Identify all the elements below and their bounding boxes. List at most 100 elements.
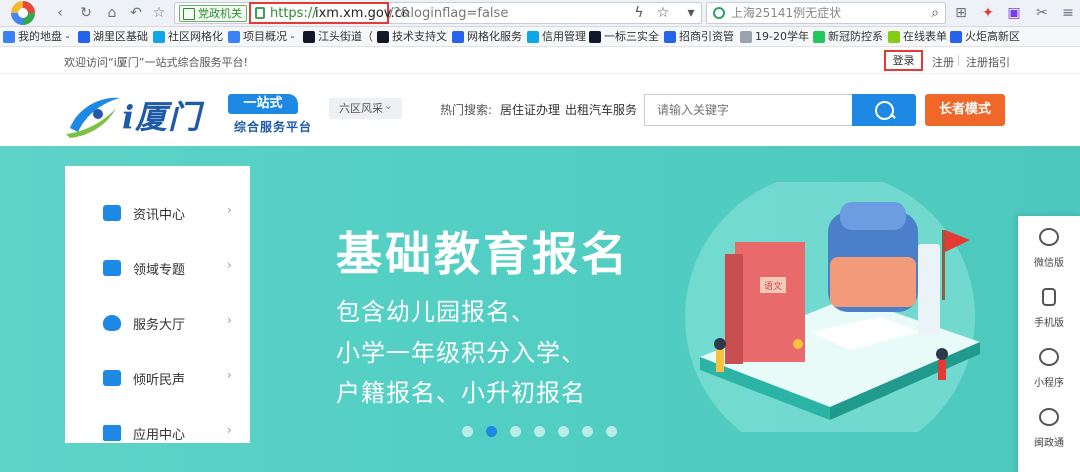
gov-tag: 党政机关 <box>179 5 247 22</box>
carousel-dot[interactable] <box>462 426 473 437</box>
brand-badge: 一站式 <box>228 94 298 114</box>
browser-search-text: 上海25141例无症状 <box>731 6 842 20</box>
site-search-button[interactable] <box>852 94 916 126</box>
bookmark-item[interactable]: 在线表单 <box>888 29 947 45</box>
float-item-label: 闽政通 <box>1034 438 1064 449</box>
hero-description-line: 包含幼儿园报名、 <box>336 298 536 326</box>
mobile-version-link[interactable]: 手机版 <box>1018 276 1080 334</box>
register-guide-link[interactable]: 注册指引 <box>966 54 1010 70</box>
divider <box>958 55 959 66</box>
hero-description-line: 小学一年级积分入学、 <box>336 339 586 367</box>
scissors-icon[interactable]: ✂ <box>1034 5 1050 21</box>
hot-search-item[interactable]: 居住证办理 <box>500 101 560 118</box>
lightning-icon[interactable]: ϟ <box>631 5 647 21</box>
star-outline-icon[interactable]: ☆ <box>151 5 167 21</box>
address-bar[interactable]: 党政机关 https:// ixm.xm.gov.cn /?&loginflag… <box>174 2 702 24</box>
url-path: /?&loginflag=false <box>389 6 509 21</box>
wechat-icon <box>1039 228 1059 246</box>
bookmark-item[interactable]: 网格化服务 <box>452 29 522 45</box>
elder-mode-button[interactable]: 长者模式 <box>925 94 1005 126</box>
mini-program-link[interactable]: 小程序 <box>1018 336 1080 394</box>
login-link[interactable]: 登录 <box>884 50 923 71</box>
refresh-icon[interactable]: ↻ <box>78 5 94 21</box>
region-dropdown[interactable]: 六区风采 <box>329 95 402 119</box>
float-item-label: 微信版 <box>1034 258 1064 269</box>
bookmark-item[interactable]: 一标三实全 <box>589 29 659 45</box>
news-icon <box>103 205 121 221</box>
minzhengtong-link[interactable]: 闽政通 <box>1018 396 1080 454</box>
game-icon[interactable]: ✦ <box>980 5 996 21</box>
browser-search-box[interactable]: 上海25141例无症状 ⌕ <box>706 2 946 24</box>
book-label: 语文 <box>764 280 782 292</box>
menu-item-service-hall[interactable]: 服务大厅 › <box>65 296 250 351</box>
bookmark-star-icon[interactable]: ☆ <box>655 5 671 21</box>
carousel-dot[interactable] <box>534 426 545 437</box>
menu-item-label: 应用中心 <box>133 428 186 443</box>
bookmark-item[interactable]: 湖里区基础 <box>78 29 148 45</box>
bookmark-item[interactable]: 新冠防控系 <box>813 29 883 45</box>
bookmark-item[interactable]: 19-20学年 <box>740 29 809 45</box>
brand-subtitle: 综合服务平台 <box>234 120 313 134</box>
bookmark-item[interactable]: 信用管理 <box>527 29 586 45</box>
float-item-label: 小程序 <box>1034 378 1064 389</box>
carousel-dot-active[interactable] <box>486 426 497 437</box>
carousel-dot[interactable] <box>606 426 617 437</box>
home-icon[interactable]: ⌂ <box>104 5 120 21</box>
chevron-right-icon: › <box>227 203 232 217</box>
bookmark-bar: 我的地盘 - 湖里区基础 社区网格化 项目概况 - 江头街道（ 技术支持文 网格… <box>0 27 1080 47</box>
bookmark-item[interactable]: 招商引资管 <box>664 29 734 45</box>
carousel-dot[interactable] <box>558 426 569 437</box>
menu-item-news[interactable]: 资讯中心 › <box>65 186 250 241</box>
logo-swoosh-icon <box>66 97 120 138</box>
browser-toolbar: ‹ ↻ ⌂ ↶ ☆ 党政机关 https:// ixm.xm.gov.cn /?… <box>0 0 1080 27</box>
dropdown-icon[interactable]: ▾ <box>683 5 699 21</box>
menu-item-label: 倾听民声 <box>133 373 186 388</box>
brand-name: i厦门 <box>122 98 202 136</box>
chevron-right-icon: › <box>227 368 232 382</box>
url-protocol: https:// <box>270 6 317 21</box>
bookmark-item[interactable]: 项目概况 - <box>228 29 294 45</box>
phone-icon <box>1042 288 1056 306</box>
grid-icon[interactable]: ⊞ <box>953 5 969 21</box>
bookmark-item[interactable]: 社区网格化 <box>153 29 223 45</box>
chevron-right-icon: › <box>227 258 232 272</box>
hero-banner[interactable]: 资讯中心 › 领域专题 › 服务大厅 › 倾听民声 › 应用中心 › 基础教育报… <box>0 146 1080 472</box>
register-link[interactable]: 注册 <box>932 54 954 70</box>
menu-item-topics[interactable]: 领域专题 › <box>65 241 250 296</box>
topic-icon <box>103 260 121 276</box>
menu-item-label: 领域专题 <box>133 263 186 278</box>
chevron-right-icon: › <box>227 313 232 327</box>
float-item-label: 手机版 <box>1034 318 1064 329</box>
wechat-version-link[interactable]: 微信版 <box>1018 216 1080 274</box>
mini-program-icon <box>1039 348 1059 366</box>
menu-icon[interactable]: ≡ <box>1060 5 1076 21</box>
category-menu: 资讯中心 › 领域专题 › 服务大厅 › 倾听民声 › 应用中心 › <box>65 166 250 443</box>
carousel-dot[interactable] <box>582 426 593 437</box>
chat-icon <box>103 370 121 386</box>
search-engine-icon <box>713 7 725 19</box>
menu-item-public-voice[interactable]: 倾听民声 › <box>65 351 250 406</box>
carousel-dot[interactable] <box>510 426 521 437</box>
education-illustration: 语文 <box>685 182 980 432</box>
back-icon[interactable]: ‹ <box>52 5 68 21</box>
site-top-bar: 欢迎访问“i厦门”一站式综合服务平台! 登录 注册 注册指引 <box>0 47 1080 74</box>
site-header: i厦门 一站式 综合服务平台 六区风采 热门搜索: 居住证办理 出租汽车服务 长… <box>0 74 1080 146</box>
service-icon <box>103 315 121 331</box>
hot-search-label: 热门搜索: <box>440 103 493 117</box>
bookmark-item[interactable]: 火炬高新区 <box>950 29 1020 45</box>
undo-icon[interactable]: ↶ <box>128 5 144 21</box>
bookmark-item[interactable]: 技术支持文 <box>377 29 447 45</box>
lock-icon <box>255 7 265 19</box>
hot-search-item[interactable]: 出租汽车服务 <box>565 101 637 118</box>
site-search-input[interactable] <box>644 94 853 126</box>
menu-item-app-center[interactable]: 应用中心 › <box>65 406 250 461</box>
search-icon[interactable]: ⌕ <box>927 5 943 21</box>
menu-item-label: 服务大厅 <box>133 318 186 333</box>
minzhengtong-icon <box>1039 408 1059 426</box>
hero-description-line: 户籍报名、小升初报名 <box>336 379 586 407</box>
browser-logo-icon[interactable] <box>6 0 40 27</box>
bookmark-item[interactable]: 我的地盘 - <box>3 29 69 45</box>
site-logo[interactable]: i厦门 一站式 综合服务平台 <box>64 84 334 140</box>
bookmark-item[interactable]: 江头街道（ <box>303 29 373 45</box>
extension-icon[interactable]: ▣ <box>1006 5 1022 21</box>
